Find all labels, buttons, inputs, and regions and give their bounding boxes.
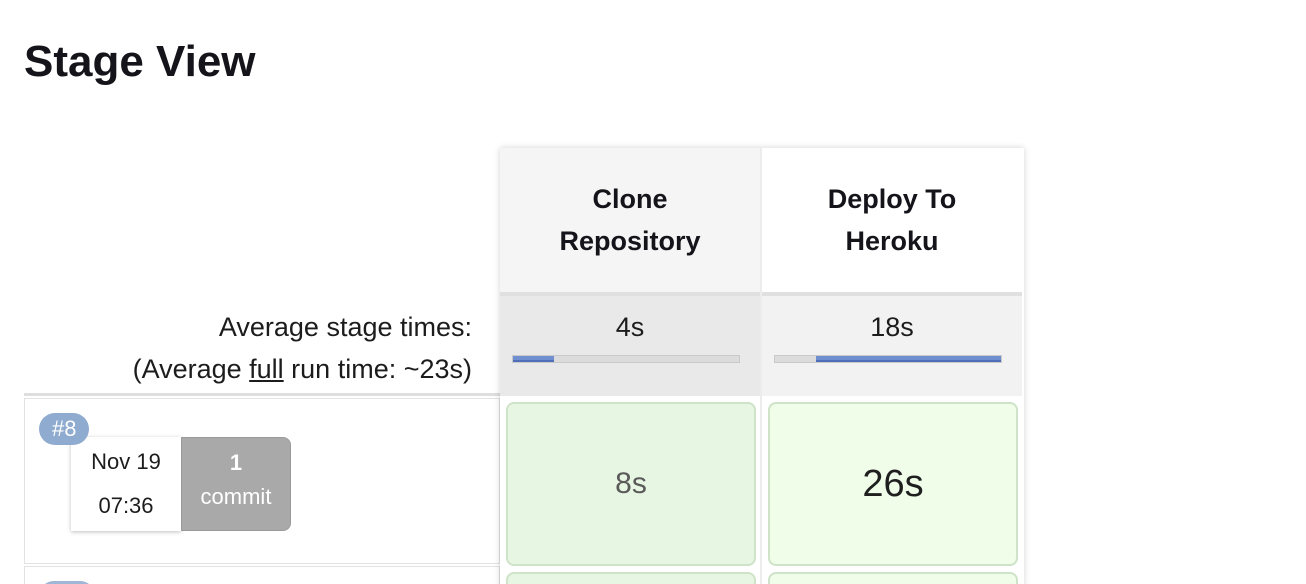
stage-column-clone-repository: Clone Repository 4s 8s <box>500 148 760 584</box>
stage-header-deploy-to-heroku: Deploy To Heroku <box>762 148 1022 292</box>
stage-average-cell: 4s <box>500 292 760 396</box>
stage-name-line: Heroku <box>845 226 939 256</box>
stage-average-progress-track <box>512 355 740 363</box>
stage-average-cell: 18s <box>762 292 1022 396</box>
stage-view-page: Stage View Average stage times: (Average… <box>0 0 1306 584</box>
stage-table: Clone Repository 4s 8s Deploy To Heroku … <box>500 148 1024 584</box>
commit-count: 1 <box>229 450 243 475</box>
stage-header-clone-repository: Clone Repository <box>500 148 760 292</box>
page-title: Stage View <box>24 37 256 86</box>
build-number-badge[interactable]: #8 <box>39 413 90 445</box>
stage-average-time: 4s <box>615 312 645 342</box>
build-date-card: Nov 19 07:36 <box>71 437 181 531</box>
average-stage-times-label: Average stage times: <box>218 312 472 342</box>
commit-label: commit <box>200 484 272 509</box>
build-row <box>24 566 500 584</box>
stage-average-progress-track <box>774 355 1002 363</box>
average-times-label-block: Average stage times: (Average full run t… <box>24 296 500 396</box>
stage-result-cell-success[interactable] <box>506 572 756 584</box>
stage-average-progress-fill <box>513 356 554 362</box>
build-date: Nov 19 <box>91 449 161 474</box>
build-time: 07:36 <box>98 493 154 518</box>
commits-button[interactable]: 1 commit <box>181 437 291 531</box>
average-full-run-time: (Average full run time: ~23s) <box>133 352 472 386</box>
full-run-link[interactable]: full <box>249 354 284 384</box>
stage-result-cell-success[interactable] <box>768 572 1018 584</box>
stage-average-time: 18s <box>870 312 914 342</box>
stage-name-line: Repository <box>559 226 701 256</box>
stage-name-line: Clone <box>592 184 668 214</box>
average-full-suffix: run time: ~23s) <box>283 354 472 384</box>
stage-column-deploy-to-heroku: Deploy To Heroku 18s 26s <box>762 148 1022 584</box>
stage-result-cell-success[interactable]: 8s <box>506 402 756 566</box>
stage-name-line: Deploy To <box>827 184 957 214</box>
build-row: #8 Nov 19 07:36 1 commit <box>24 398 500 564</box>
average-full-prefix: (Average <box>132 354 250 384</box>
stage-result-cell-success[interactable]: 26s <box>768 402 1018 566</box>
stage-average-progress-fill <box>815 356 1001 362</box>
